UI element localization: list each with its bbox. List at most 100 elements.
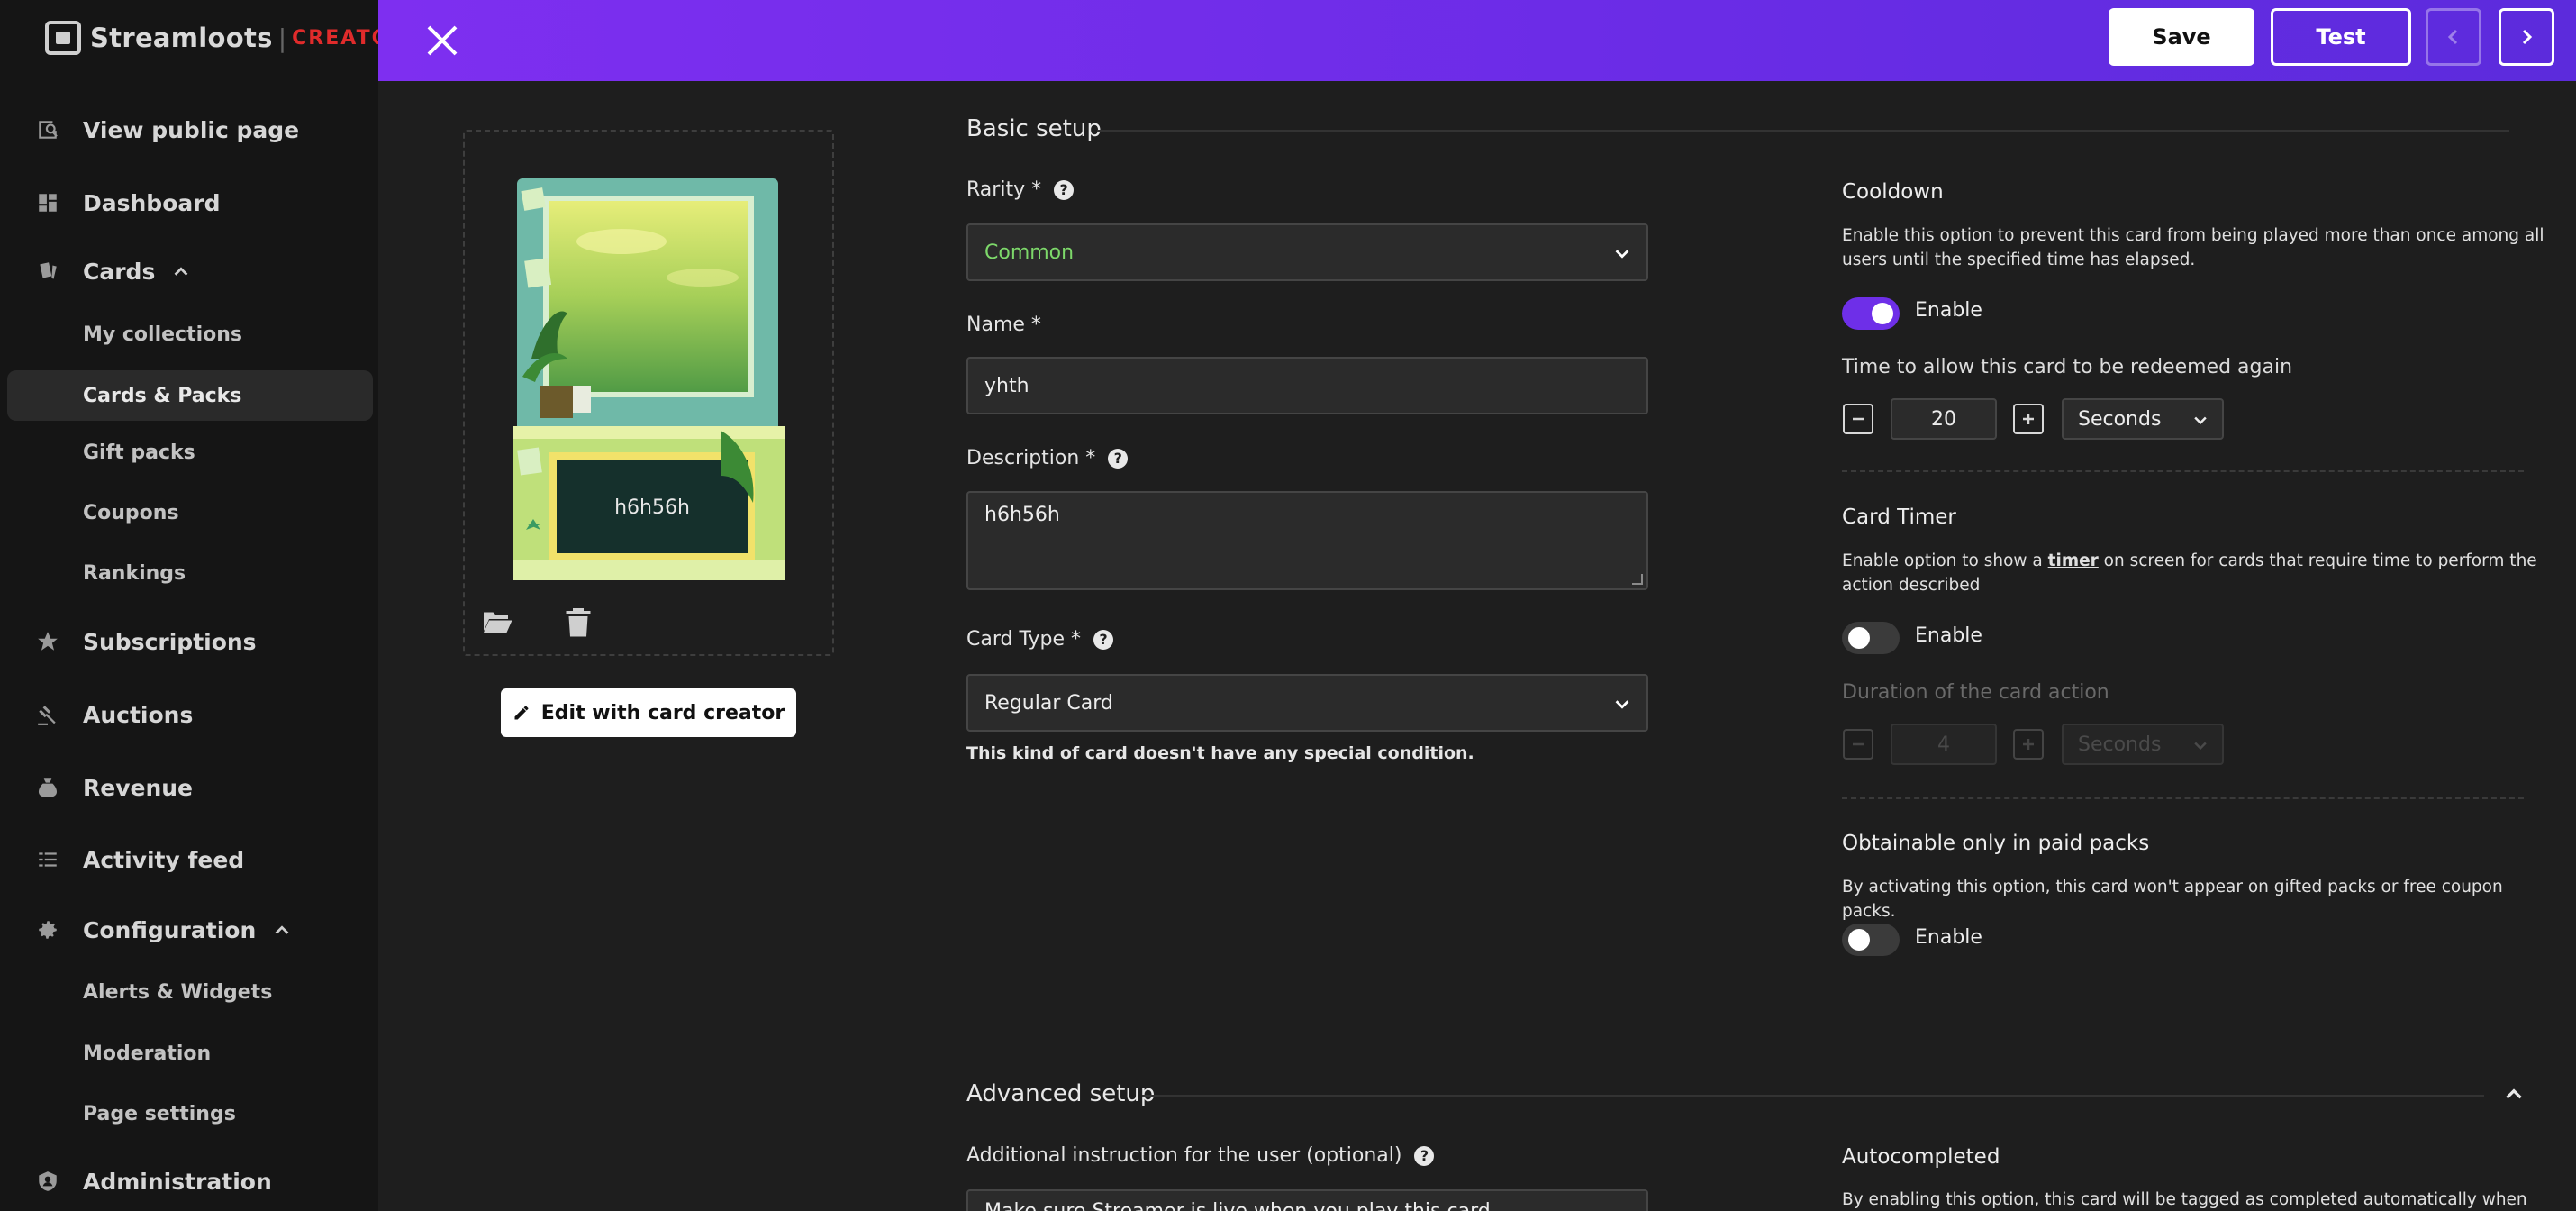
pencil-icon <box>514 706 529 720</box>
logo-text: Streamloots <box>90 23 273 53</box>
decrement-button[interactable] <box>1843 729 1873 760</box>
cards-icon <box>36 260 59 283</box>
section-divider <box>1097 130 2509 132</box>
instruction-value: Make sure Streamer is live when you play… <box>984 1200 1491 1211</box>
gavel-icon <box>36 703 59 726</box>
card-type-label-text: Card Type * <box>966 628 1081 651</box>
folder-open-icon[interactable] <box>481 606 513 638</box>
nav-label: View public page <box>83 116 300 143</box>
nav-cards[interactable]: Cards <box>0 244 378 298</box>
decrement-button[interactable] <box>1843 404 1873 434</box>
paid-packs-description: By activating this option, this card won… <box>1842 878 2503 921</box>
increment-button[interactable] <box>2013 404 2044 434</box>
logo-separator: | <box>277 23 287 53</box>
chevron-left-icon <box>2447 29 2458 45</box>
nav-revenue[interactable]: Revenue <box>0 760 378 815</box>
cooldown-value-input[interactable]: 20 <box>1891 398 1997 440</box>
chevron-down-icon <box>1612 243 1632 263</box>
top-bar: Save Test <box>378 0 2576 81</box>
rarity-value: Common <box>984 241 1075 264</box>
gear-icon <box>36 918 59 942</box>
card-type-select[interactable]: Regular Card <box>966 674 1648 732</box>
sidebar: Streamloots | CREATOR View public page D… <box>0 0 405 1211</box>
nav-label: Cards <box>83 258 156 285</box>
name-label-text: Name * <box>966 314 1041 336</box>
card-text: h6h56h <box>614 496 690 519</box>
description-label-text: Description * <box>966 447 1096 469</box>
chevron-right-icon <box>2522 29 2533 45</box>
description-value: h6h56h <box>984 504 1060 526</box>
paid-packs-title: Obtainable only in paid packs <box>1842 832 2150 855</box>
card-timer-toggle[interactable] <box>1842 622 1900 654</box>
nav-auctions[interactable]: Auctions <box>0 687 378 742</box>
test-button[interactable]: Test <box>2271 8 2411 66</box>
help-icon[interactable]: ? <box>1414 1145 1435 1166</box>
paid-packs-toggle[interactable] <box>1842 924 1900 956</box>
sidebar-item-gift-packs[interactable]: Gift packs <box>0 427 378 478</box>
nav-activity-feed[interactable]: Activity feed <box>0 833 378 887</box>
increment-button[interactable] <box>2013 729 2044 760</box>
instruction-input[interactable]: Make sure Streamer is live when you play… <box>966 1189 1648 1211</box>
streamloots-logo[interactable]: Streamloots | CREATOR <box>45 18 407 58</box>
autocompleted-title: Autocompleted <box>1842 1145 2000 1169</box>
rarity-label-text: Rarity * <box>966 178 1042 201</box>
cooldown-title: Cooldown <box>1842 180 1944 204</box>
card-timer-title: Card Timer <box>1842 505 1956 529</box>
nav-dashboard[interactable]: Dashboard <box>0 176 378 230</box>
timer-value-input[interactable]: 4 <box>1891 724 1997 765</box>
name-value: yhth <box>984 374 1029 397</box>
resize-handle[interactable] <box>1632 574 1643 585</box>
sidebar-item-coupons[interactable]: Coupons <box>0 487 378 538</box>
description-textarea[interactable]: h6h56h <box>966 491 1648 590</box>
previous-button[interactable] <box>2426 8 2481 66</box>
edit-with-card-creator-button[interactable]: Edit with card creator <box>501 688 796 737</box>
timer-unit-select[interactable]: Seconds <box>2062 724 2224 765</box>
streamloots-logo-icon <box>45 21 81 55</box>
money-bag-icon <box>36 776 59 799</box>
next-button[interactable] <box>2499 8 2554 66</box>
plus-icon <box>2023 739 2034 750</box>
paid-packs-enable-label: Enable <box>1915 926 1982 949</box>
trash-icon[interactable] <box>562 606 594 638</box>
public-page-icon <box>36 118 59 141</box>
card-timer-enable-label: Enable <box>1915 624 1982 647</box>
sidebar-item-my-collections[interactable]: My collections <box>0 309 378 360</box>
timer-link[interactable]: timer <box>2048 551 2099 570</box>
nav-label: Revenue <box>83 774 194 801</box>
sidebar-item-cards-packs[interactable]: Cards & Packs <box>7 370 373 421</box>
card-type-label: Card Type * ? <box>966 628 1113 651</box>
rarity-select[interactable]: Common <box>966 223 1648 281</box>
description-label: Description * ? <box>966 447 1129 469</box>
nav-label: Configuration <box>83 916 257 943</box>
nav-subscriptions[interactable]: Subscriptions <box>0 615 378 669</box>
cooldown-toggle[interactable] <box>1842 297 1900 330</box>
star-icon <box>36 630 59 653</box>
nav-label: Subscriptions <box>83 628 257 655</box>
nav-administration[interactable]: Administration <box>0 1154 378 1208</box>
autocompleted-description: By enabling this option, this card will … <box>1842 1190 2527 1209</box>
nav-label: Auctions <box>83 701 194 728</box>
sidebar-item-page-settings[interactable]: Page settings <box>0 1088 378 1139</box>
nav-configuration[interactable]: Configuration <box>0 903 378 957</box>
sidebar-item-alerts-widgets[interactable]: Alerts & Widgets <box>0 967 378 1017</box>
card-preview: h6h56h <box>463 130 834 656</box>
sidebar-item-moderation[interactable]: Moderation <box>0 1028 378 1079</box>
section-divider <box>1842 797 2524 799</box>
close-icon[interactable] <box>420 18 465 63</box>
advanced-setup-title: Advanced setup <box>966 1080 1156 1107</box>
chevron-up-icon[interactable] <box>2502 1083 2526 1106</box>
admin-icon <box>36 1170 59 1193</box>
help-icon[interactable]: ? <box>1108 448 1129 469</box>
card-type-value: Regular Card <box>984 691 1113 715</box>
help-icon[interactable]: ? <box>1054 179 1075 200</box>
rarity-label: Rarity * ? <box>966 178 1075 201</box>
sidebar-item-rankings[interactable]: Rankings <box>0 548 378 598</box>
nav-view-public-page[interactable]: View public page <box>0 103 378 157</box>
cooldown-unit-value: Seconds <box>2078 407 2162 431</box>
cooldown-unit-select[interactable]: Seconds <box>2062 398 2224 440</box>
help-icon[interactable]: ? <box>1093 629 1113 650</box>
nav-label: Activity feed <box>83 846 245 873</box>
save-button[interactable]: Save <box>2109 8 2254 66</box>
instruction-label: Additional instruction for the user (opt… <box>966 1144 1435 1167</box>
name-input[interactable]: yhth <box>966 357 1648 414</box>
